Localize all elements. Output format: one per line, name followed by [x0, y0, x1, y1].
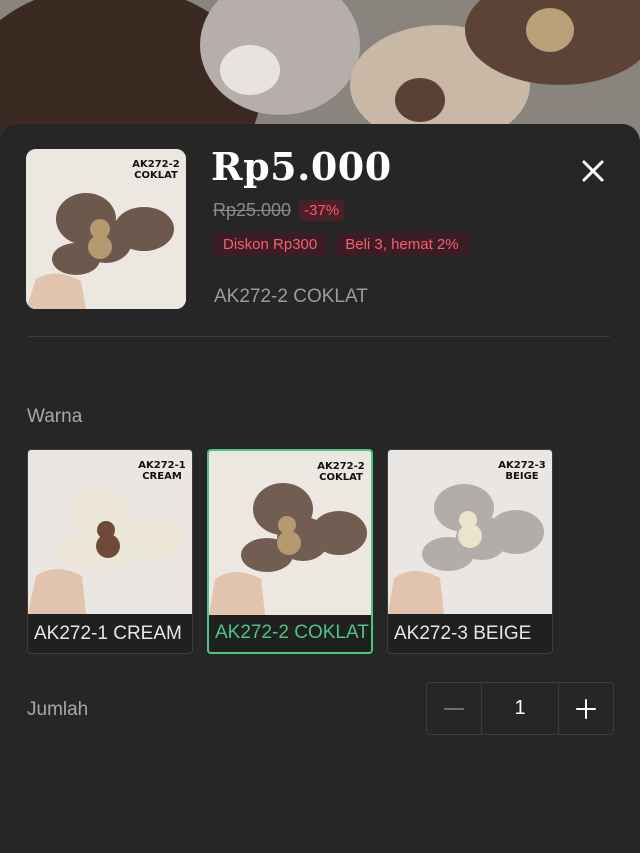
product-option-sheet: AK272-2 COKLAT Rp5.000 Rp25.000 -37% Dis… — [0, 124, 640, 853]
promo-tags: Diskon Rp300 Beli 3, hemat 2% — [213, 232, 469, 257]
minus-icon — [444, 707, 464, 710]
thumb-label-line1: AK272-2 — [132, 159, 180, 170]
color-option-image: AK272-3 BEIGE — [388, 450, 552, 614]
increase-button[interactable] — [559, 683, 613, 734]
option-photo-label-line2: CREAM — [142, 471, 182, 482]
promo-tag-bundle: Beli 3, hemat 2% — [335, 232, 469, 257]
discount-badge: -37% — [299, 200, 345, 221]
close-icon — [582, 160, 604, 182]
original-price: Rp25.000 — [213, 200, 292, 220]
plus-icon — [576, 698, 596, 719]
quantity-value[interactable]: 1 — [481, 683, 559, 734]
color-option-coklat[interactable]: AK272-2 COKLAT AK272-2 COKLAT — [207, 449, 373, 654]
quantity-label: Jumlah — [27, 699, 89, 720]
decrease-button[interactable] — [427, 683, 481, 734]
option-photo-label-line1: AK272-3 — [498, 460, 546, 471]
option-photo-label-line1: AK272-2 — [317, 461, 365, 472]
color-option-label: AK272-1 CREAM — [34, 623, 182, 644]
option-photo-label-line1: AK272-1 — [138, 460, 186, 471]
promo-tag-discount: Diskon Rp300 — [213, 232, 328, 257]
color-option-label: AK272-3 BEIGE — [394, 623, 532, 644]
product-thumbnail[interactable]: AK272-2 COKLAT — [26, 149, 186, 309]
color-option-cream[interactable]: AK272-1 CREAM AK272-1 CREAM — [27, 449, 193, 654]
color-option-image: AK272-2 COKLAT — [209, 451, 371, 615]
background-product-photo — [0, 0, 640, 140]
option-photo-label-line2: COKLAT — [319, 472, 363, 483]
selected-variant-name: AK272-2 COKLAT — [214, 286, 368, 307]
thumb-label-line2: COKLAT — [134, 170, 178, 181]
original-price-row: Rp25.000 -37% — [213, 200, 345, 221]
product-price: Rp5.000 — [211, 144, 392, 189]
color-option-beige[interactable]: AK272-3 BEIGE AK272-3 BEIGE — [387, 449, 553, 654]
quantity-stepper[interactable]: 1 — [426, 682, 614, 735]
color-option-image: AK272-1 CREAM — [28, 450, 192, 614]
close-button[interactable] — [574, 152, 612, 190]
color-option-label: AK272-2 COKLAT — [215, 622, 369, 643]
color-section-label: Warna — [27, 406, 83, 427]
divider — [28, 336, 610, 337]
option-photo-label-line2: BEIGE — [505, 471, 538, 482]
